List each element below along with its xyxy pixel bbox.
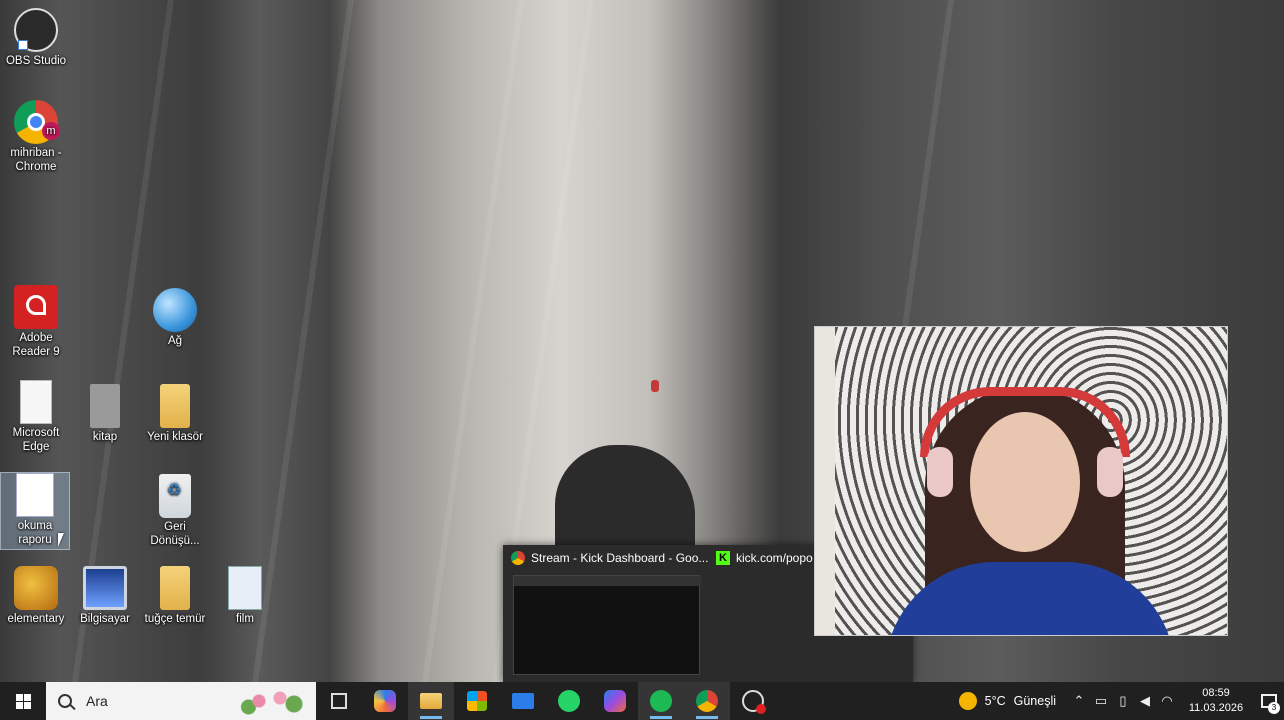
taskbar-search-box[interactable]: Ara (46, 682, 316, 720)
profile-badge: m (42, 122, 60, 140)
taskbar-whatsapp[interactable] (546, 682, 592, 720)
file-icon (90, 384, 120, 428)
desktop-icon-label: film (236, 613, 254, 625)
wifi-icon[interactable]: ◠ (1156, 682, 1178, 720)
mail-icon (512, 693, 534, 709)
desktop-icon-computer[interactable]: Bilgisayar (69, 566, 141, 626)
chrome-icon (511, 551, 525, 565)
desktop-icon-new-folder[interactable]: Yeni klasör (139, 384, 211, 444)
elementary-icon (14, 566, 58, 610)
desktop-icon-label: Microsoft Edge (12, 427, 60, 453)
task-view-icon (331, 693, 347, 709)
desktop-icon-label: Geri Dönüşü... (150, 521, 200, 547)
taskbar-spotify[interactable] (638, 682, 684, 720)
weather-temp: 5°C (984, 694, 1006, 708)
preview-window-kick-dashboard[interactable]: Stream - Kick Dashboard - Goo... (503, 545, 708, 682)
streamer-person (885, 387, 1175, 635)
device-icon[interactable]: ▯ (1112, 682, 1134, 720)
search-highlight-flowers (238, 686, 308, 716)
headphone-earcup (927, 447, 953, 497)
search-placeholder: Ara (86, 693, 108, 709)
chrome-icon (696, 690, 718, 712)
clock-time: 08:59 (1202, 687, 1230, 699)
desktop-icon-label: Bilgisayar (80, 613, 130, 625)
taskbar-clock[interactable]: 08:59 11.03.2026 (1184, 686, 1248, 716)
desktop-icon-label: Adobe Reader 9 (12, 332, 60, 358)
desktop-icon-label: Yeni klasör (147, 431, 203, 443)
whatsapp-icon (558, 690, 580, 712)
weather-condition: Güneşli (1013, 694, 1056, 708)
desktop-icon-label: tuğçe temür (144, 613, 206, 625)
taskbar-chrome[interactable] (684, 682, 730, 720)
desktop-icon-label: okuma raporu (17, 520, 53, 546)
desktop-icon-chrome-mihriban[interactable]: m mihriban - Chrome (0, 100, 72, 174)
notification-count: 3 (1268, 702, 1280, 714)
taskbar-file-explorer[interactable] (408, 682, 454, 720)
climber (651, 380, 659, 392)
folder-icon (160, 384, 190, 428)
desktop-icon-network[interactable]: Ağ (139, 288, 211, 348)
headphones (920, 387, 1130, 457)
preview-title: K kick.com/popo (716, 551, 813, 565)
desktop-icon-label: elementary (7, 613, 65, 625)
headphone-earcup (1097, 447, 1123, 497)
chrome-icon: m (14, 100, 60, 144)
battery-icon[interactable]: ▭ (1090, 682, 1112, 720)
preview-title-text: Stream - Kick Dashboard - Goo... (531, 551, 709, 565)
sun-icon (958, 692, 977, 710)
weather-widget[interactable]: 5°C Güneşli (958, 692, 1056, 710)
network-globe-icon (153, 288, 197, 332)
preview-title-text: kick.com/popo (736, 551, 813, 565)
webcam-overlay (814, 326, 1228, 636)
copilot-icon (374, 690, 396, 712)
kick-icon: K (716, 551, 730, 565)
start-button[interactable] (0, 682, 46, 720)
computer-monitor-icon (83, 566, 127, 610)
desktop-icon-recycle-bin[interactable]: Geri Dönüşü... (139, 474, 211, 548)
image-file-icon (228, 566, 262, 610)
volume-icon[interactable]: ◀ (1134, 682, 1156, 720)
preview-title: Stream - Kick Dashboard - Goo... (511, 551, 708, 565)
microsoft-store-icon (467, 691, 487, 711)
desktop-icon-label: Ağ (167, 335, 183, 347)
windows-logo-icon (15, 693, 31, 709)
recycle-bin-icon (159, 474, 191, 518)
search-icon (58, 694, 72, 708)
desktop-icon-folder-tugce[interactable]: tuğçe temür (139, 566, 211, 626)
spotify-icon (650, 690, 672, 712)
clock-date: 11.03.2026 (1188, 702, 1244, 714)
microsoft-365-icon (604, 690, 626, 712)
recording-indicator-icon (756, 704, 766, 714)
word-document-icon (16, 473, 54, 517)
obs-studio-icon (742, 690, 766, 714)
desktop-icon-label: mihriban - Chrome (10, 147, 62, 173)
shortcut-arrow-icon (18, 40, 28, 50)
desktop-icon-label: OBS Studio (5, 55, 67, 67)
mouse-cursor (58, 533, 64, 547)
desktop-icon-film[interactable]: film (209, 566, 281, 626)
adobe-reader-icon (14, 285, 58, 329)
taskbar: Ara 5°C Güneşli ⌃ ▭ ▯ ◀ ◠ 08:59 11.03.20… (0, 682, 1284, 720)
system-tray: 5°C Güneşli ⌃ ▭ ▯ ◀ ◠ 08:59 11.03.2026 3 (958, 682, 1284, 720)
taskbar-microsoft-store[interactable] (454, 682, 500, 720)
notification-center-button[interactable]: 3 (1254, 682, 1284, 720)
desktop-icon-microsoft-edge[interactable]: Microsoft Edge (0, 380, 72, 454)
taskbar-microsoft-365[interactable] (592, 682, 638, 720)
document-icon (20, 380, 52, 424)
obs-studio-icon (14, 8, 58, 52)
preview-thumbnail (513, 575, 701, 675)
desktop-icon-kitap[interactable]: kitap (69, 384, 141, 444)
desktop-icon-label: kitap (92, 431, 118, 443)
chevron-up-icon[interactable]: ⌃ (1068, 682, 1090, 720)
desktop-icon-adobe-reader[interactable]: Adobe Reader 9 (0, 285, 72, 359)
desktop-icon-elementary[interactable]: elementary (0, 566, 72, 626)
rock-shadow (555, 445, 695, 555)
file-explorer-icon (420, 693, 442, 709)
desktop-icon-obs-studio[interactable]: OBS Studio (0, 8, 72, 68)
folder-icon (160, 566, 190, 610)
taskbar-obs-studio[interactable] (730, 682, 776, 720)
taskbar-task-view[interactable] (316, 682, 362, 720)
taskbar-copilot[interactable] (362, 682, 408, 720)
taskbar-mail[interactable] (500, 682, 546, 720)
